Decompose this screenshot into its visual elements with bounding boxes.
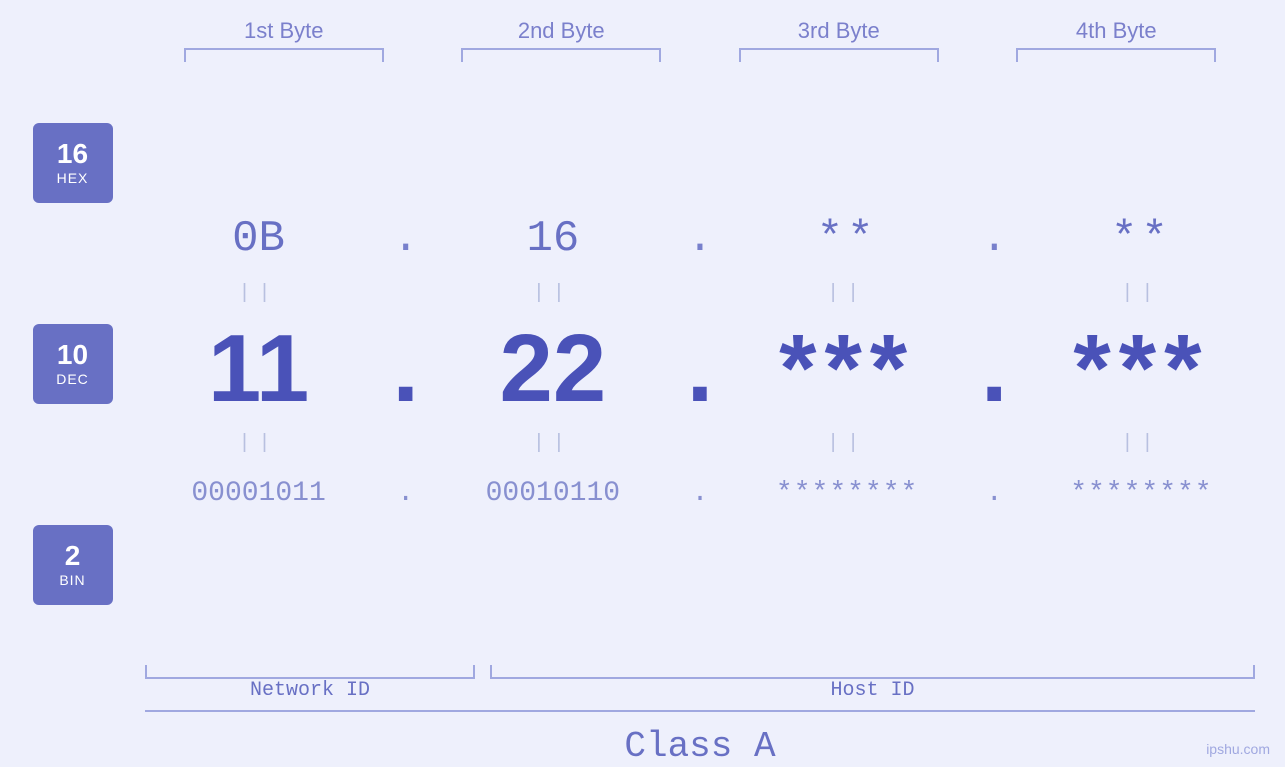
sep-row-2: || || || || (145, 429, 1285, 459)
hex-dot-2: . (680, 214, 720, 264)
bin-b1: 00001011 (159, 478, 359, 509)
bin-b3: ******** (747, 478, 947, 509)
class-bracket-line (145, 710, 1255, 712)
dec-dot-2: . (680, 314, 720, 424)
dec-b1: 11 (159, 314, 359, 424)
byte2-header: 2nd Byte (451, 18, 671, 44)
hex-b2: 16 (453, 214, 653, 264)
bin-dot-3: . (974, 478, 1014, 509)
sep1-b1: || (159, 282, 359, 305)
bracket-b2 (461, 48, 661, 62)
hex-b1: 0B (159, 214, 359, 264)
bottom-section: Network ID Host ID (0, 665, 1285, 702)
main-container: 1st Byte 2nd Byte 3rd Byte 4th Byte 16 H… (0, 0, 1285, 767)
hex-dot-1: . (386, 214, 426, 264)
host-bracket (490, 665, 1255, 679)
dec-dot-3: . (974, 314, 1014, 424)
grid-wrapper: 16 HEX 10 DEC 2 BIN 0B . (0, 62, 1285, 665)
hex-badge-number: 16 (57, 139, 88, 170)
hex-badge-label: HEX (57, 170, 89, 186)
byte1-header: 1st Byte (174, 18, 394, 44)
bracket-b4 (1016, 48, 1216, 62)
bin-b2: 00010110 (453, 478, 653, 509)
dec-badge: 10 DEC (33, 324, 113, 404)
bin-badge: 2 BIN (33, 525, 113, 605)
byte4-header: 4th Byte (1006, 18, 1226, 44)
data-grid: 0B . 16 . ** . ** (145, 62, 1285, 665)
byte-headers: 1st Byte 2nd Byte 3rd Byte 4th Byte (0, 0, 1285, 44)
bin-row: 00001011 . 00010110 . ******** . (145, 459, 1285, 529)
hex-dot-3: . (974, 214, 1014, 264)
byte3-header: 3rd Byte (729, 18, 949, 44)
hex-row: 0B . 16 . ** . ** (145, 199, 1285, 279)
dec-row: 11 . 22 . *** . *** (145, 309, 1285, 429)
sep2-b4: || (1041, 432, 1241, 455)
bin-dot-1: . (386, 478, 426, 509)
dec-badge-number: 10 (57, 340, 88, 371)
network-bracket (145, 665, 475, 679)
bin-dot-2: . (680, 478, 720, 509)
network-id-label: Network ID (145, 679, 475, 702)
dec-b3: *** (747, 314, 947, 424)
top-brackets (0, 48, 1285, 62)
hex-b4: ** (1041, 214, 1241, 264)
sep-row-1: || || || || (145, 279, 1285, 309)
sep1-b3: || (747, 282, 947, 305)
dec-b2: 22 (453, 314, 653, 424)
sep2-b2: || (453, 432, 653, 455)
sep2-b3: || (747, 432, 947, 455)
dec-badge-label: DEC (56, 371, 89, 387)
bracket-b3 (739, 48, 939, 62)
bin-badge-number: 2 (65, 541, 81, 572)
sep2-b1: || (159, 432, 359, 455)
sep1-b2: || (453, 282, 653, 305)
badges-column: 16 HEX 10 DEC 2 BIN (0, 62, 145, 665)
class-section: Class A (0, 710, 1285, 767)
hex-b3: ** (747, 214, 947, 264)
dec-dot-1: . (386, 314, 426, 424)
bracket-b1 (184, 48, 384, 62)
hex-badge: 16 HEX (33, 123, 113, 203)
bin-b4: ******** (1041, 478, 1241, 509)
host-id-section: Host ID (490, 665, 1255, 702)
host-id-label: Host ID (830, 679, 914, 702)
sep1-b4: || (1041, 282, 1241, 305)
class-label: Class A (624, 726, 775, 767)
bin-badge-label: BIN (59, 572, 85, 588)
network-id-section: Network ID (145, 665, 475, 702)
dec-b4: *** (1041, 314, 1241, 424)
watermark: ipshu.com (1206, 741, 1270, 757)
